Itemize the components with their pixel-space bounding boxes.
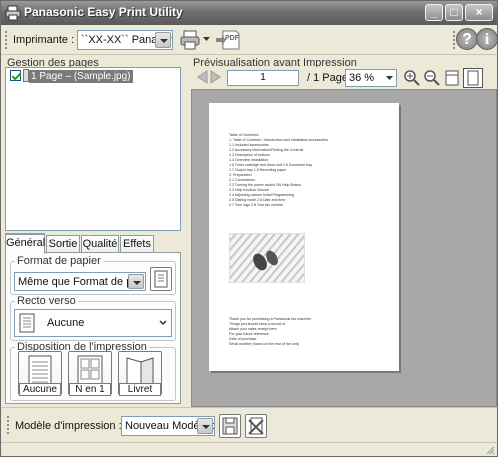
chevron-down-icon [386,76,393,80]
single-page-icon [19,313,35,333]
paper-format-select[interactable]: Même que Format de papier [14,272,146,291]
layout-none-label: Aucune [19,383,61,396]
layout-n-in-1-label: N en 1 [69,383,111,396]
previous-page-icon[interactable] [196,70,208,84]
tab-quality[interactable]: Qualité [81,235,119,253]
zoom-out-icon[interactable] [423,69,441,87]
pdf-label: PDF [225,35,239,42]
document-line: 2.7 Your logo 2.8 Your fax number [229,203,284,207]
toolbar-grip[interactable] [5,31,8,49]
delete-template-button[interactable] [245,414,267,438]
resize-grip-icon[interactable] [485,445,495,455]
zoom-in-icon[interactable] [403,69,421,87]
fit-width-icon[interactable] [443,69,461,87]
paper-format-value: Même que Format de papier [18,276,146,288]
app-window: Panasonic Easy Print Utility _ □ × Impri… [0,0,498,457]
minimize-button[interactable]: _ [425,4,443,21]
save-template-button[interactable] [219,414,241,438]
photo-image [253,250,278,271]
zoom-value: 36 % [349,72,375,84]
document-photo [229,233,305,283]
maximize-button[interactable]: □ [445,4,463,21]
preview-page: Table of Contents1 1. Table of Contents /… [209,103,399,371]
tab-output[interactable]: Sortie [46,235,80,253]
template-bar-grip[interactable] [7,416,10,434]
chevron-down-icon [197,418,213,434]
paper-format-title: Format de papier [15,255,103,267]
main-toolbar: Imprimante : ``XX-XX`` Panasonic PDF ? i [1,25,498,55]
pdf-button[interactable]: PDF [215,29,241,51]
page-number-input[interactable]: 1 [227,70,299,86]
pages-list[interactable] [5,67,181,231]
window-title: Panasonic Easy Print Utility [24,5,183,19]
template-select[interactable]: Nouveau Modèle d'impression [121,416,215,436]
layout-booklet-label: Livret [119,383,161,396]
tab-general[interactable]: Général [5,233,45,254]
document-footer-line: Serial number (found on the rear of the … [229,342,299,346]
close-button[interactable]: × [465,4,493,21]
duplex-select[interactable]: Aucune [14,309,172,337]
page-list-item[interactable]: 1 Page – (Sample.jpg) [29,70,133,83]
next-page-icon[interactable] [210,70,222,84]
chevron-down-icon [159,320,167,326]
printer-app-icon [5,5,21,21]
title-bar[interactable]: Panasonic Easy Print Utility _ □ × [1,1,497,25]
save-icon [222,417,238,435]
template-label: Modèle d'impression : [15,420,122,432]
paper-settings-button[interactable] [150,267,172,291]
printer-label: Imprimante : [13,34,75,46]
page-checkbox[interactable] [10,70,21,81]
help-button[interactable]: ? [456,28,478,50]
chevron-down-icon [128,274,144,289]
chevron-down-icon [155,32,171,48]
duplex-value: Aucune [47,317,85,329]
delete-icon [248,417,264,435]
preview-toolbar: 1 / 1 Pages 36 % [191,67,497,89]
status-bar [1,442,497,456]
printer-select[interactable]: ``XX-XX`` Panasonic [77,30,173,50]
template-bar: Modèle d'impression : Nouveau Modèle d'i… [1,407,497,441]
info-button[interactable]: i [476,28,498,50]
zoom-select[interactable]: 36 % [345,69,397,87]
duplex-title: Recto verso [15,295,78,307]
print-dropdown-icon[interactable] [203,37,210,42]
print-icon[interactable] [179,29,201,51]
document-icon [154,270,168,288]
full-page-icon[interactable] [463,68,483,88]
tab-effects[interactable]: Effets [120,235,154,253]
